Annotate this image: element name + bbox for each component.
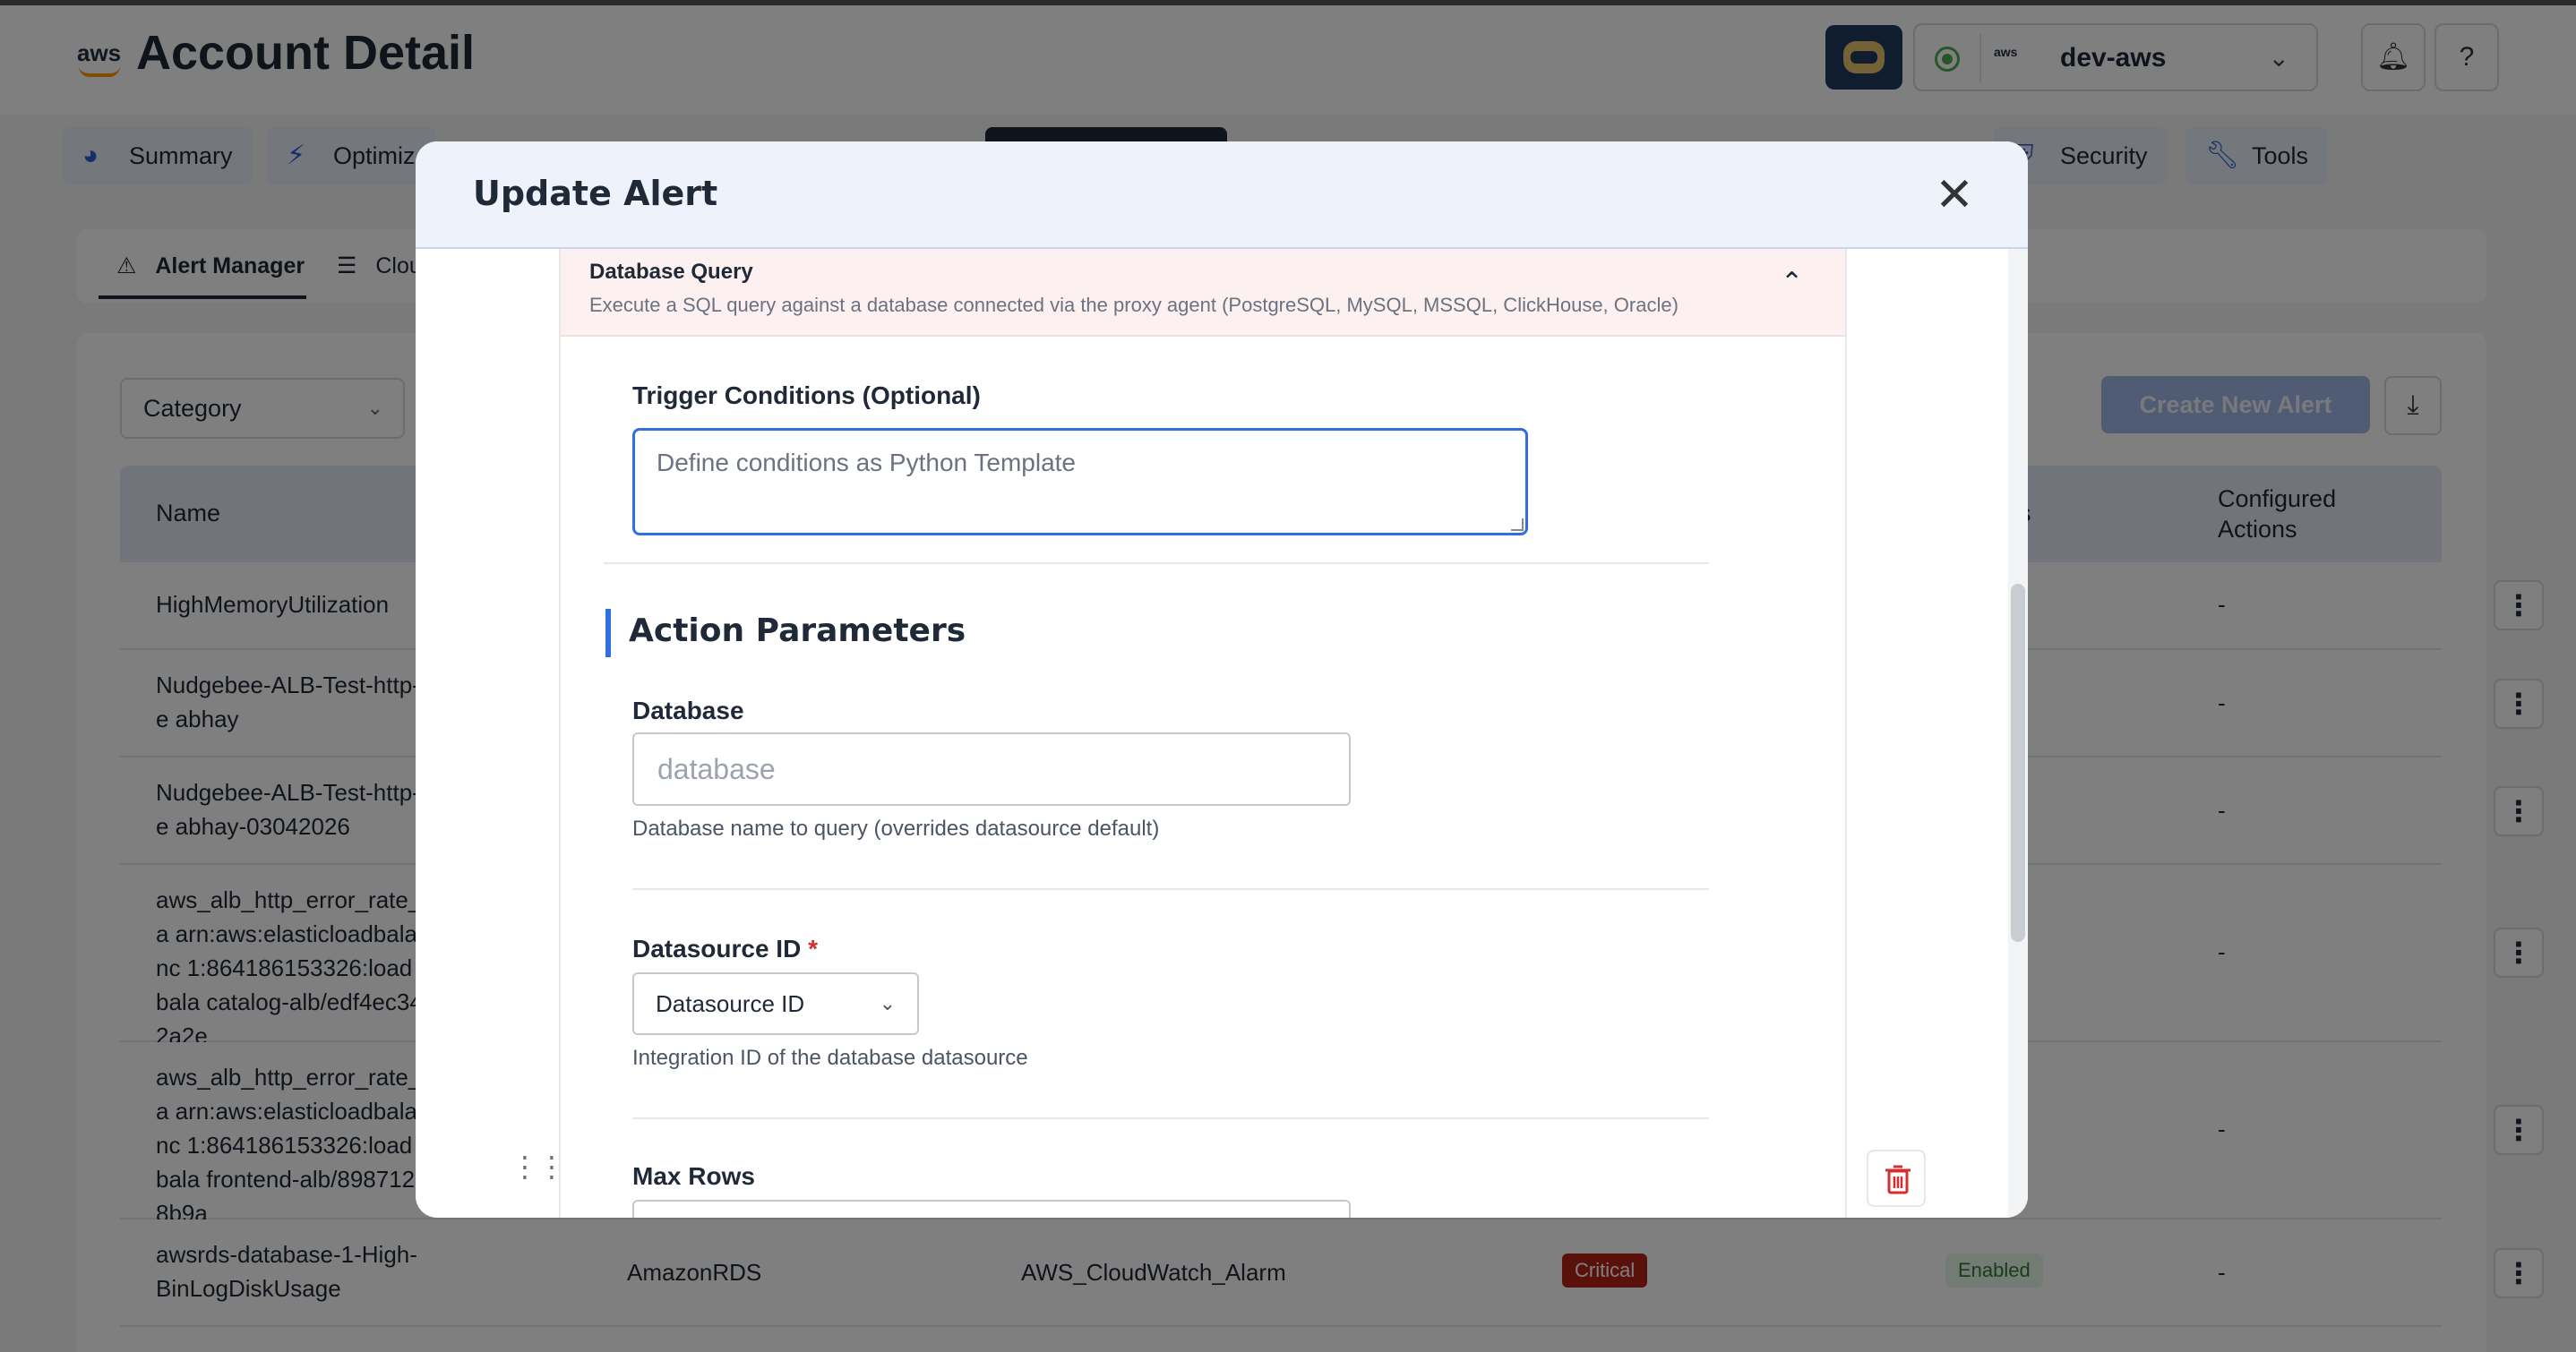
action-section-card: Database Query Execute a SQL query again… — [559, 249, 1847, 1218]
drag-handle-icon[interactable]: ⋮⋮ — [511, 1152, 566, 1181]
window-frame — [0, 0, 2576, 5]
close-icon: ✕ — [1935, 169, 1974, 221]
trigger-conditions-input[interactable]: Define conditions as Python Template — [632, 428, 1528, 535]
trigger-conditions-placeholder: Define conditions as Python Template — [657, 449, 1076, 476]
delete-action-button[interactable] — [1867, 1150, 1926, 1207]
action-parameters-heading: Action Parameters — [629, 612, 966, 649]
datasource-id-value: Datasource ID — [656, 990, 805, 1017]
database-label: Database — [632, 697, 744, 724]
trash-icon — [1885, 1165, 1911, 1194]
max-rows-label: Max Rows — [632, 1162, 755, 1190]
datasource-id-label-text: Datasource ID — [632, 935, 802, 963]
close-button[interactable]: ✕ — [1928, 168, 1981, 222]
section-accent-bar — [605, 609, 611, 657]
divider — [604, 562, 1709, 564]
modal-title: Update Alert — [473, 174, 718, 213]
database-placeholder: database — [657, 753, 776, 785]
section-description: Execute a SQL query against a database c… — [589, 294, 1679, 316]
trigger-conditions-label: Trigger Conditions (Optional) — [632, 381, 981, 409]
max-rows-input[interactable] — [632, 1200, 1351, 1218]
chevron-down-icon: ⌄ — [879, 992, 896, 1014]
update-alert-modal: Update Alert ✕ Database Query Execute a … — [416, 141, 2028, 1218]
section-title: Database Query — [589, 260, 753, 284]
datasource-id-select[interactable]: Datasource ID ⌄ — [632, 972, 919, 1035]
modal-header: Update Alert ✕ — [416, 141, 2028, 249]
divider — [632, 888, 1709, 890]
datasource-id-label: Datasource ID * — [632, 935, 818, 963]
datasource-helper-text: Integration ID of the database datasourc… — [632, 1046, 1028, 1070]
scrollbar-thumb[interactable] — [2011, 584, 2025, 942]
required-marker: * — [808, 935, 818, 963]
database-helper-text: Database name to query (overrides dataso… — [632, 817, 1160, 841]
modal-body: Database Query Execute a SQL query again… — [416, 249, 2028, 1218]
database-input[interactable]: database — [632, 732, 1351, 806]
section-header[interactable]: Database Query Execute a SQL query again… — [561, 249, 1845, 337]
divider — [632, 1117, 1709, 1119]
chevron-up-icon[interactable]: ⌃ — [1781, 267, 1803, 298]
resize-handle-icon[interactable] — [1511, 518, 1524, 531]
